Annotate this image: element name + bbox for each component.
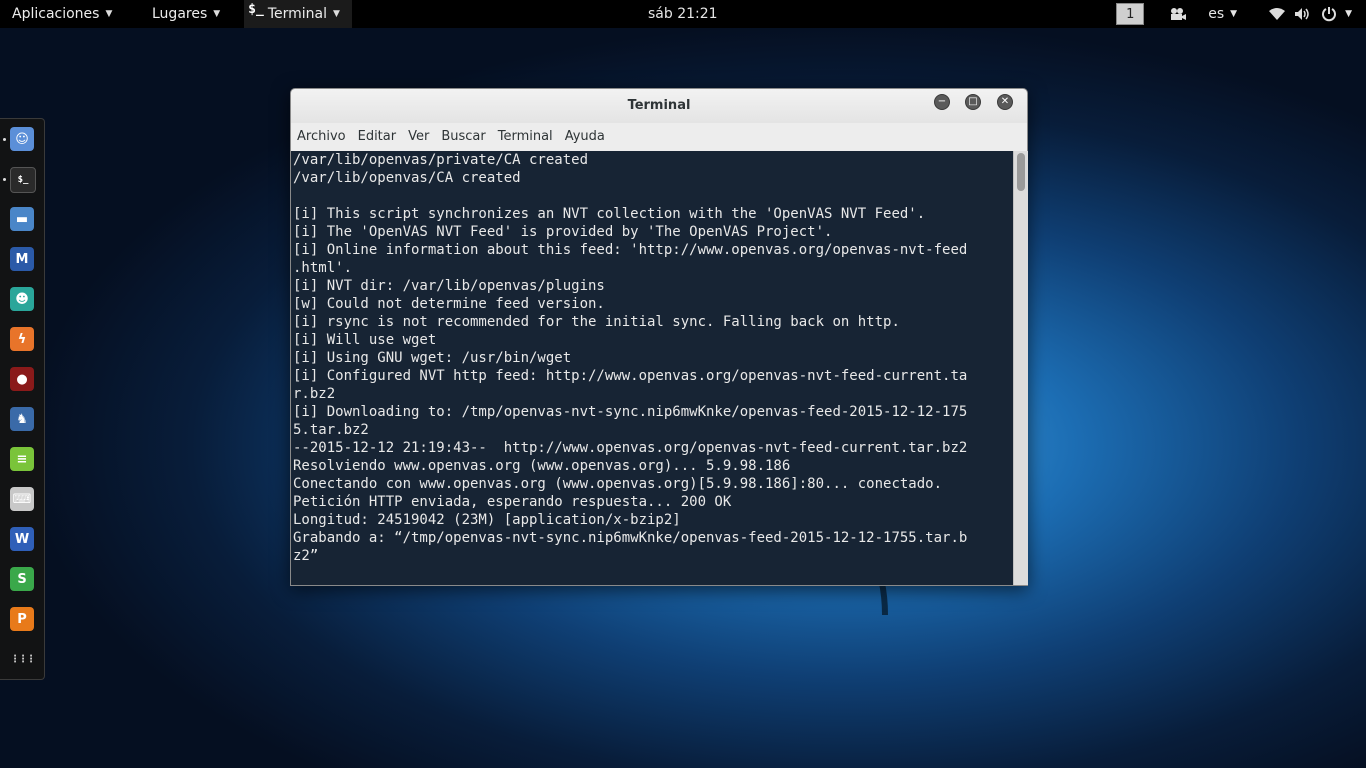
terminal-line: /var/lib/openvas/private/CA created [293,152,589,168]
window-titlebar[interactable]: Terminal − □ ✕ [291,89,1027,123]
workspace-indicator[interactable]: 1 [1116,3,1145,25]
terminal-line: 5.tar.bz2 [293,422,369,438]
terminal-line: [i] Using GNU wget: /usr/bin/wget [293,350,572,366]
burpsuite-icon[interactable]: ϟ [10,327,34,351]
keyboard-language-menu[interactable]: es ▼ [1208,6,1237,22]
terminal-line: /var/lib/openvas/CA created [293,170,521,186]
places-menu[interactable]: Lugares ▼ [140,0,232,28]
menu-archivo[interactable]: Archivo [291,123,352,151]
active-app-menu[interactable]: $_ Terminal ▼ [244,0,352,28]
files-icon[interactable]: ▬ [10,207,34,231]
terminal-icon[interactable]: $_ [10,167,36,193]
menu-terminal[interactable]: Terminal [492,123,559,151]
chevron-down-icon: ▼ [105,9,113,19]
wps-spreadsheet-icon[interactable]: S [10,567,34,591]
chevron-down-icon: ▼ [1230,9,1238,19]
places-label: Lugares [152,6,208,22]
terminal-output[interactable]: /var/lib/openvas/private/CA created/var/… [291,151,1013,585]
terminal-line: r.bz2 [293,386,336,402]
terminal-line: [i] Downloading to: /tmp/openvas-nvt-syn… [293,404,968,420]
menu-editar[interactable]: Editar [352,123,403,151]
menu-bar: Archivo Editar Ver Buscar Terminal Ayuda [291,123,1027,151]
terminal-line: Longitud: 24519042 (23M) [application/x-… [293,512,681,528]
dash-dock: ☺ $_ ▬ M ☻ ϟ ● ♞ ≡ ⌨ W S P ⋮⋮⋮ [0,118,45,680]
wps-writer-icon[interactable]: W [10,527,34,551]
terminal-line: --2015-12-12 21:19:43-- http://www.openv… [293,440,968,456]
terminal-text: /var/lib/openvas/private/CA created/var/… [293,151,1013,565]
terminal-line: Conectando con www.openvas.org (www.open… [293,476,943,492]
chevron-down-icon: ▼ [1345,9,1352,19]
terminal-window: Terminal − □ ✕ Archivo Editar Ver Buscar… [290,88,1028,586]
running-indicator [3,138,6,141]
maximize-button[interactable]: □ [965,94,981,110]
terminal-line: Grabando a: “/tmp/openvas-nvt-sync.nip6m… [293,530,968,546]
terminal-line: .html'. [293,260,353,276]
terminal-line: [i] The 'OpenVAS NVT Feed' is provided b… [293,224,833,240]
terminal-icon: $_ [248,1,264,17]
chat-app-icon[interactable]: ☺ [10,127,34,151]
wifi-icon [1267,4,1287,24]
metasploit-icon[interactable]: M [10,247,34,271]
active-app-label: Terminal [267,6,327,22]
terminal-line: Resolviendo www.openvas.org (www.openvas… [293,458,791,474]
menu-ver[interactable]: Ver [402,123,435,151]
terminal-scrollbar[interactable] [1013,151,1028,585]
terminal-line: z2” [293,548,319,564]
keyboard-icon[interactable]: ⌨ [10,487,34,511]
system-tray: 1 es ▼ ▼ [1116,0,1366,28]
running-indicator [3,178,6,181]
minimize-button[interactable]: − [934,94,950,110]
terminal-line: [i] rsync is not recommended for the ini… [293,314,900,330]
terminal-line: [i] Online information about this feed: … [293,242,968,258]
applications-label: Aplicaciones [12,6,100,22]
chevron-down-icon: ▼ [333,9,340,19]
menu-buscar[interactable]: Buscar [435,123,491,151]
close-button[interactable]: ✕ [997,94,1013,110]
clock[interactable]: sáb 21:21 [648,0,718,28]
volume-icon [1293,4,1313,24]
language-label: es [1208,6,1225,22]
armitage-icon[interactable]: ☻ [10,287,34,311]
terminal-line: [i] This script synchronizes an NVT coll… [293,206,926,222]
maltego-icon[interactable]: ● [10,367,34,391]
terminal-line: [i] NVT dir: /var/lib/openvas/plugins [293,278,605,294]
menu-ayuda[interactable]: Ayuda [559,123,611,151]
chevron-down-icon: ▼ [213,9,221,19]
top-panel: Aplicaciones ▼ Lugares ▼ $_ Terminal ▼ s… [0,0,1366,28]
terminal-line: [i] Will use wget [293,332,437,348]
text-editor-icon[interactable]: ≡ [10,447,34,471]
terminal-line: [w] Could not determine feed version. [293,296,605,312]
status-menu[interactable]: ▼ [1267,4,1352,24]
terminal-line: Petición HTTP enviada, esperando respues… [293,494,732,510]
applications-menu[interactable]: Aplicaciones ▼ [0,0,136,28]
beef-icon[interactable]: ♞ [10,407,34,431]
wps-presentation-icon[interactable]: P [10,607,34,631]
scrollbar-thumb[interactable] [1017,153,1025,191]
terminal-line: [i] Configured NVT http feed: http://www… [293,368,968,384]
power-icon [1319,4,1339,24]
video-camera-icon[interactable] [1168,4,1188,24]
app-grid-icon[interactable]: ⋮⋮⋮ [10,647,36,671]
window-title: Terminal [627,98,691,113]
